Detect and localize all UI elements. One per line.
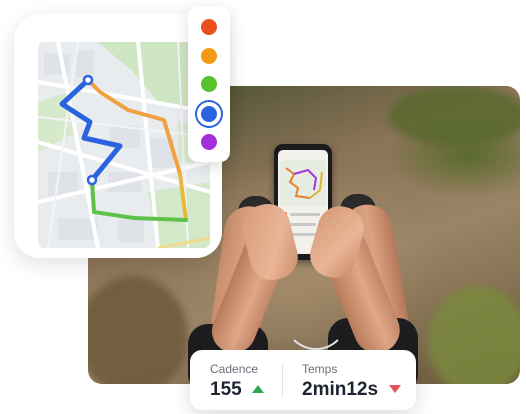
route-color-picker: [188, 6, 230, 162]
color-swatch-orange[interactable]: [201, 48, 217, 64]
map-graphic: [38, 42, 210, 248]
photo-foliage: [428, 286, 520, 384]
route-map[interactable]: [38, 42, 210, 248]
trend-down-icon: [388, 384, 401, 393]
color-swatch-green[interactable]: [201, 76, 217, 92]
color-swatch-blue[interactable]: [197, 102, 221, 126]
photo-foliage: [388, 86, 520, 146]
color-swatch-red[interactable]: [201, 19, 217, 35]
time-stat: Temps 2min12s: [302, 362, 401, 401]
stats-divider: [282, 364, 283, 398]
earphone-cable: [284, 286, 348, 350]
color-swatch-purple[interactable]: [201, 134, 217, 150]
phone-route-graphic: [285, 167, 323, 199]
phone-list-line: [290, 213, 320, 216]
trend-up-icon: [252, 384, 265, 393]
phone-mini-map: [280, 160, 326, 206]
cadence-label: Cadence: [210, 362, 259, 376]
photo-foliage: [88, 276, 188, 384]
cadence-stat: Cadence 155: [210, 362, 265, 401]
phone-list-line: [290, 223, 316, 226]
cadence-value: 155: [210, 379, 242, 400]
time-value: 2min12s: [302, 379, 379, 400]
time-label: Temps: [302, 362, 338, 376]
run-stats-card: Cadence 155 Temps 2min12s: [190, 350, 416, 410]
